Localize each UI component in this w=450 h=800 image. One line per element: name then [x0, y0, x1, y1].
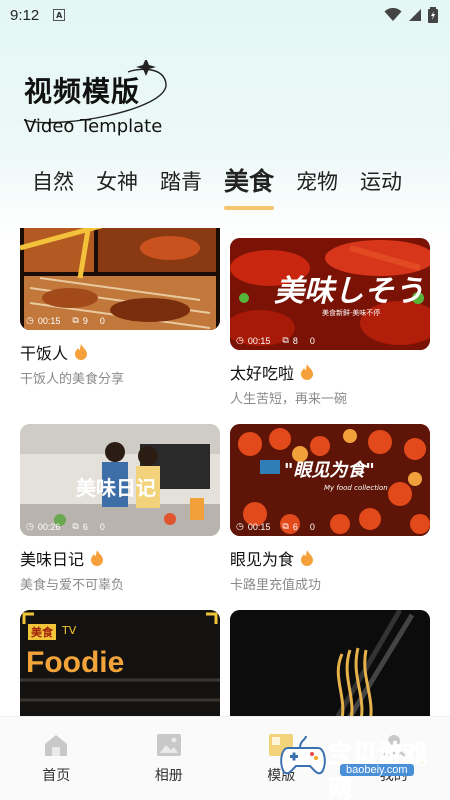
active-tab-indicator — [224, 206, 275, 210]
thumb-overlay-small: My food collection — [324, 484, 388, 492]
tab-pets[interactable]: 宠物 — [296, 160, 338, 210]
fire-icon — [301, 550, 314, 566]
status-time: 9:12 — [10, 6, 40, 24]
album-icon — [156, 734, 181, 756]
watermark-url: baobeiy.com — [340, 764, 414, 776]
wifi-icon — [384, 8, 402, 21]
page-subtitle: Video Template — [24, 116, 163, 137]
noodles-image — [230, 610, 430, 718]
layers-icon: ⧉ — [72, 315, 79, 325]
tab-nature[interactable]: 自然 — [32, 160, 74, 210]
tab-sports[interactable]: 运动 — [360, 160, 402, 210]
status-bar: 9:12 A — [0, 0, 450, 30]
template-card[interactable]: "眼见为食" My food collection ◷ 00:15 ⧉ 6 0 眼见… — [230, 424, 430, 593]
template-meta: ◷ 00:15 ⧉ 9 0 — [26, 315, 105, 326]
category-tabs: 自然 女神 踏青 美食 宠物 运动 — [0, 160, 450, 210]
nav-home-label: 首页 — [42, 768, 71, 784]
template-description: 干饭人的美食分享 — [20, 372, 125, 387]
signal-icon — [409, 9, 421, 21]
template-description: 卡路里充值成功 — [230, 578, 322, 593]
status-icons — [384, 7, 438, 23]
tab-spring-outing[interactable]: 踏青 — [160, 160, 202, 210]
template-title: 眼见为食 — [230, 546, 430, 570]
template-thumbnail[interactable]: ◷ 00:15 ⧉ 9 0 — [20, 228, 220, 330]
clock-icon: ◷ — [26, 315, 34, 325]
clock-icon: ◷ — [236, 335, 244, 345]
thumb-overlay-small: 美食新鲜·美味不停 — [322, 309, 381, 317]
template-card[interactable]: 美食 TV Foodie — [20, 610, 220, 718]
gamepad-icon — [280, 735, 326, 775]
watermark-logo: 宝贝游戏网 baobeiy.com — [276, 732, 450, 800]
fire-icon — [75, 344, 88, 360]
template-thumbnail[interactable]: 美味日记 ◷ 00:26 ⧉ 6 0 — [20, 424, 220, 536]
likes-count: 0 — [309, 335, 315, 346]
likes-count: 0 — [99, 315, 105, 326]
thumb-overlay-text: "眼见为食" — [284, 460, 375, 481]
fire-icon — [301, 364, 314, 380]
template-meta: ◷ 00:15 ⧉ 8 0 — [236, 335, 315, 346]
template-thumbnail[interactable] — [230, 610, 430, 718]
template-title: 美味日记 — [20, 546, 220, 570]
page-title: 视频模版 — [24, 75, 141, 108]
notification-icon: A — [53, 9, 66, 21]
thumb-overlay-text: Foodie — [26, 646, 125, 679]
template-description: 人生苦短，再来一碗 — [230, 392, 348, 407]
thumb-tag: 美食 — [28, 624, 56, 640]
likes-count: 0 — [99, 521, 105, 532]
template-thumbnail[interactable]: "眼见为食" My food collection ◷ 00:15 ⧉ 6 0 — [230, 424, 430, 536]
template-grid: ◷ 00:15 ⧉ 9 0 干饭人 干饭人的美食分享 美味しそう 美食新鲜·美味… — [0, 228, 450, 718]
template-thumbnail[interactable]: 美味しそう 美食新鲜·美味不停 ◷ 00:15 ⧉ 8 0 — [230, 238, 430, 350]
tab-food[interactable]: 美食 — [224, 160, 275, 210]
template-thumbnail[interactable]: 美食 TV Foodie — [20, 610, 220, 718]
layers-icon: ⧉ — [282, 335, 289, 345]
thumb-overlay-text: 美味しそう — [274, 274, 424, 309]
fire-icon — [91, 550, 104, 566]
template-card[interactable] — [230, 610, 430, 718]
template-card[interactable]: ◷ 00:15 ⧉ 9 0 干饭人 干饭人的美食分享 — [20, 228, 220, 387]
battery-icon — [428, 7, 438, 23]
layers-icon: ⧉ — [72, 521, 79, 531]
nav-album[interactable]: 相册 — [113, 717, 226, 800]
nav-home[interactable]: 首页 — [0, 717, 113, 800]
clock-icon: ◷ — [26, 521, 34, 531]
home-icon — [45, 735, 68, 756]
thumb-tv: TV — [62, 624, 77, 637]
template-title: 干饭人 — [20, 340, 220, 364]
template-title: 太好吃啦 — [230, 360, 430, 384]
clock-icon: ◷ — [236, 521, 244, 531]
likes-count: 0 — [309, 521, 315, 532]
layers-icon: ⧉ — [282, 521, 289, 531]
template-meta: ◷ 00:15 ⧉ 6 0 — [236, 521, 315, 532]
template-meta: ◷ 00:26 ⧉ 6 0 — [26, 521, 105, 532]
thumb-overlay-text: 美味日记 — [76, 476, 156, 500]
nav-album-label: 相册 — [154, 768, 183, 784]
template-description: 美食与爱不可辜负 — [20, 578, 125, 593]
tab-goddess[interactable]: 女神 — [96, 160, 138, 210]
page-header: 视频模版 Video Template — [23, 60, 324, 144]
template-card[interactable]: 美味しそう 美食新鲜·美味不停 ◷ 00:15 ⧉ 8 0 太好吃啦 人生苦短，再来… — [230, 238, 430, 407]
template-card[interactable]: 美味日记 ◷ 00:26 ⧉ 6 0 美味日记 美食与爱不可辜负 — [20, 424, 220, 593]
